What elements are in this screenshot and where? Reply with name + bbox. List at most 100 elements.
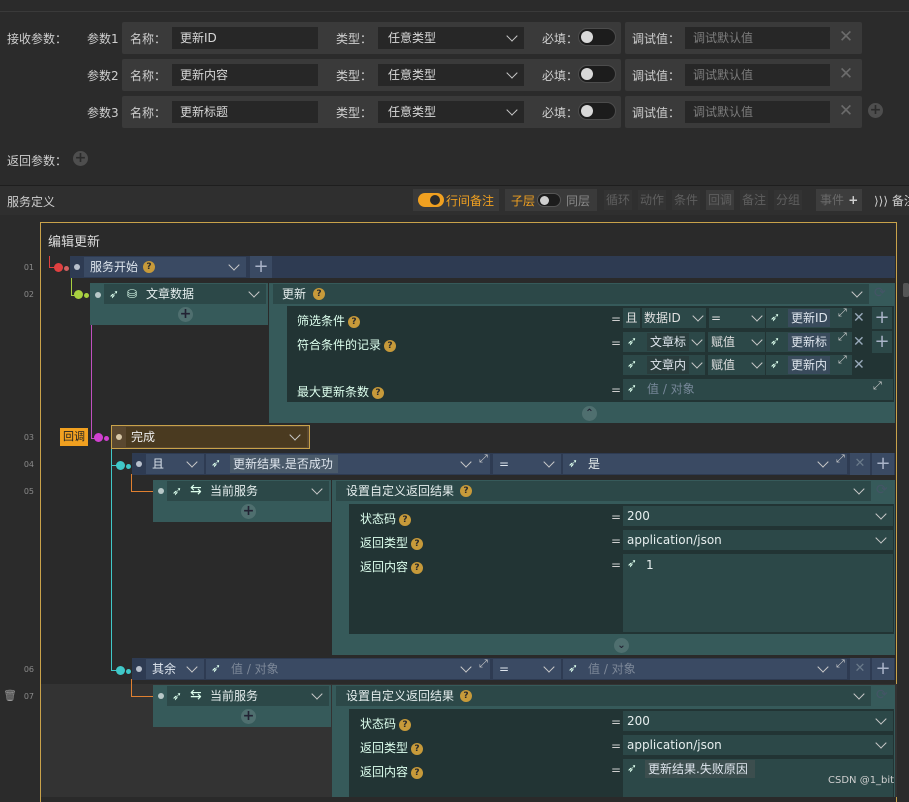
current-service-select[interactable]: ➶ ⇆ 当前服务	[167, 481, 329, 501]
param-name-input[interactable]: 更新标题	[172, 101, 318, 123]
remove-record-button[interactable]: ✕	[853, 331, 865, 353]
remove-param-button[interactable]: ✕	[835, 63, 857, 85]
pointer-icon: ➶	[568, 661, 579, 675]
max-count-placeholder: 值 / 对象	[647, 382, 695, 396]
note-button[interactable]: 备注	[740, 190, 769, 210]
condition-value-field[interactable]: ➶ 是 ⤢	[563, 452, 847, 474]
help-icon[interactable]: ?	[460, 690, 472, 702]
record2-field[interactable]: ➶ 文章内	[623, 355, 705, 375]
record1-field[interactable]: ➶ 文章标	[623, 332, 705, 352]
add-param-button[interactable]: +	[868, 103, 883, 118]
scrollbar-handle[interactable]	[903, 283, 909, 297]
start-node-select[interactable]: 服务开始 ?	[84, 257, 246, 277]
action-button[interactable]: 动作	[638, 190, 667, 210]
collapse-button[interactable]: ⌃	[582, 406, 597, 421]
param-name-input[interactable]: 更新内容	[172, 64, 318, 86]
remove-condition-button[interactable]: ✕	[850, 453, 870, 475]
loop-button[interactable]: 循环	[604, 190, 633, 210]
trash-icon[interactable]: 🗑	[3, 689, 17, 702]
add-filter-button[interactable]: +	[872, 307, 892, 329]
param-type-select[interactable]: 任意类型	[378, 27, 524, 49]
record2-value[interactable]: ➶ 更新内 ⤢	[766, 353, 852, 375]
equals-sign: =	[611, 763, 622, 777]
note-expand-button[interactable]: ⟩⟩⟩ 备注	[874, 192, 909, 209]
param-required-toggle[interactable]	[578, 65, 616, 83]
record2-op-select[interactable]: 赋值	[708, 355, 765, 375]
param-debug-input[interactable]: 调试默认值	[685, 64, 830, 86]
done-select[interactable]: 完成	[126, 427, 307, 447]
set-result-select-2[interactable]: 设置自定义返回结果 ?	[336, 686, 871, 706]
expand-icon[interactable]: ⤢	[836, 657, 845, 671]
remove-else-button[interactable]: ✕	[850, 658, 870, 680]
expand-icon[interactable]: ⤢	[479, 452, 488, 466]
param-required-toggle[interactable]	[578, 102, 616, 120]
condition-expr-field[interactable]: ➶ 更新结果.是否成功 ⤢	[206, 452, 490, 474]
collapse-button[interactable]: ⌄	[614, 638, 629, 653]
add-condition-button[interactable]: +	[872, 453, 894, 475]
filter-and-select[interactable]: 且	[623, 308, 640, 328]
max-count-field[interactable]: ➶ 值 / 对象 ⤢	[623, 379, 893, 400]
expand-icon[interactable]: ⤢	[873, 379, 882, 393]
add-substep-button[interactable]: +	[241, 709, 256, 724]
current-service-select-2[interactable]: ➶ ⇆ 当前服务	[167, 686, 329, 706]
param-card: 名称： 更新ID 类型： 任意类型 必填：	[122, 22, 621, 54]
return-type-select-2[interactable]: application/json	[623, 735, 893, 755]
return-content-field[interactable]: ➶ 1	[623, 554, 893, 632]
else-op-select[interactable]: =	[493, 659, 561, 679]
remove-record-button[interactable]: ✕	[853, 354, 865, 376]
param-required-toggle[interactable]	[578, 28, 616, 46]
callback-button[interactable]: 回调	[706, 190, 735, 210]
param-type-select[interactable]: 任意类型	[378, 64, 524, 86]
article-data-select[interactable]: ➶ ⛁ 文章数据	[104, 284, 266, 304]
expand-icon[interactable]: ⤢	[838, 353, 847, 367]
add-substep-button[interactable]: +	[241, 504, 256, 519]
logic-and-select[interactable]: 且	[146, 454, 204, 474]
record1-value[interactable]: ➶ 更新标 ⤢	[766, 330, 852, 352]
record1-op-select[interactable]: 赋值	[708, 332, 765, 352]
param-name-input[interactable]: 更新ID	[172, 27, 318, 49]
help-icon[interactable]: ?	[460, 485, 472, 497]
expand-icon[interactable]: ⤢	[838, 306, 847, 320]
filter-value-field[interactable]: ➶ 更新ID ⤢	[766, 306, 852, 328]
logic-else-select[interactable]: 其余	[146, 659, 204, 679]
condition-op-select[interactable]: =	[493, 454, 561, 474]
param-name-label: 名称：	[130, 69, 167, 83]
status-code-select-2[interactable]: 200	[623, 711, 893, 731]
update-action-select[interactable]: 更新 ?	[273, 284, 869, 304]
line-note-toggle[interactable]: 行间备注	[413, 189, 499, 211]
add-record-button[interactable]: +	[872, 331, 892, 353]
else-value-field[interactable]: ➶ 值 / 对象 ⤢	[563, 657, 847, 679]
remove-param-button[interactable]: ✕	[835, 26, 857, 48]
param-debug-input[interactable]: 调试默认值	[685, 27, 830, 49]
expand-icon[interactable]: ⤢	[838, 330, 847, 344]
set-result-select[interactable]: 设置自定义返回结果 ?	[336, 481, 871, 501]
record1-value-tag: 更新标	[788, 333, 830, 351]
layer-toggle[interactable]: 子层 同层	[505, 189, 597, 211]
condition-button[interactable]: 条件	[672, 190, 701, 210]
param-type-select[interactable]: 任意类型	[378, 101, 524, 123]
param-debug-input[interactable]: 调试默认值	[685, 101, 830, 123]
filter-op-select[interactable]: =	[709, 308, 765, 328]
help-icon[interactable]: ?	[313, 288, 325, 300]
return-type-select[interactable]: application/json	[623, 530, 893, 550]
help-icon[interactable]: ?	[143, 261, 155, 273]
remove-filter-button[interactable]: ✕	[853, 307, 865, 329]
refresh-icon[interactable]: ⟳	[876, 687, 888, 703]
remove-param-button[interactable]: ✕	[835, 100, 857, 122]
add-return-param-button[interactable]: +	[73, 151, 88, 166]
else-expr-placeholder: 值 / 对象	[231, 662, 279, 676]
filter-label: 筛选条件?	[297, 312, 361, 329]
group-button[interactable]: 分组	[774, 190, 803, 210]
expand-icon[interactable]: ⤢	[479, 657, 488, 671]
status-code-select[interactable]: 200	[623, 506, 893, 526]
add-else-button[interactable]: +	[872, 658, 894, 680]
line-note-label: 行间备注	[446, 194, 495, 208]
event-button[interactable]: 事件 +	[816, 189, 862, 211]
refresh-icon[interactable]: ⟳	[874, 285, 886, 301]
else-expr-field[interactable]: ➶ 值 / 对象 ⤢	[206, 657, 490, 679]
add-substep-button[interactable]: +	[178, 307, 193, 322]
add-step-button[interactable]: +	[250, 256, 272, 278]
filter-field-select[interactable]: 数据ID	[642, 308, 706, 328]
expand-icon[interactable]: ⤢	[836, 452, 845, 466]
refresh-icon[interactable]: ⟳	[876, 482, 888, 498]
